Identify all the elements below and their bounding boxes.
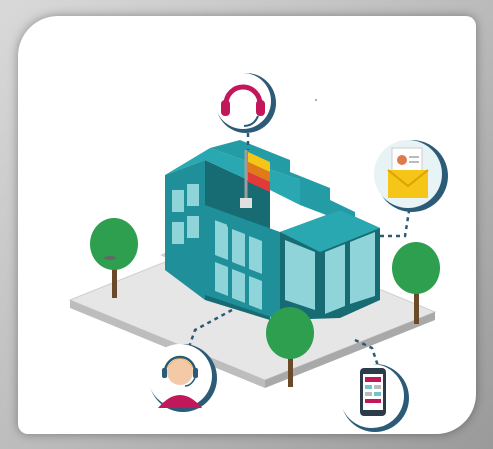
flag-base <box>240 198 252 208</box>
stray-dot <box>315 99 317 101</box>
phone-badge <box>340 364 409 432</box>
mail-badge <box>374 140 448 212</box>
headset-badge <box>215 73 276 133</box>
support-agent-badge <box>148 344 217 412</box>
illustration <box>68 73 448 432</box>
phone-icon <box>360 368 386 416</box>
illustration-card <box>18 16 476 434</box>
mail-icon <box>387 147 429 198</box>
